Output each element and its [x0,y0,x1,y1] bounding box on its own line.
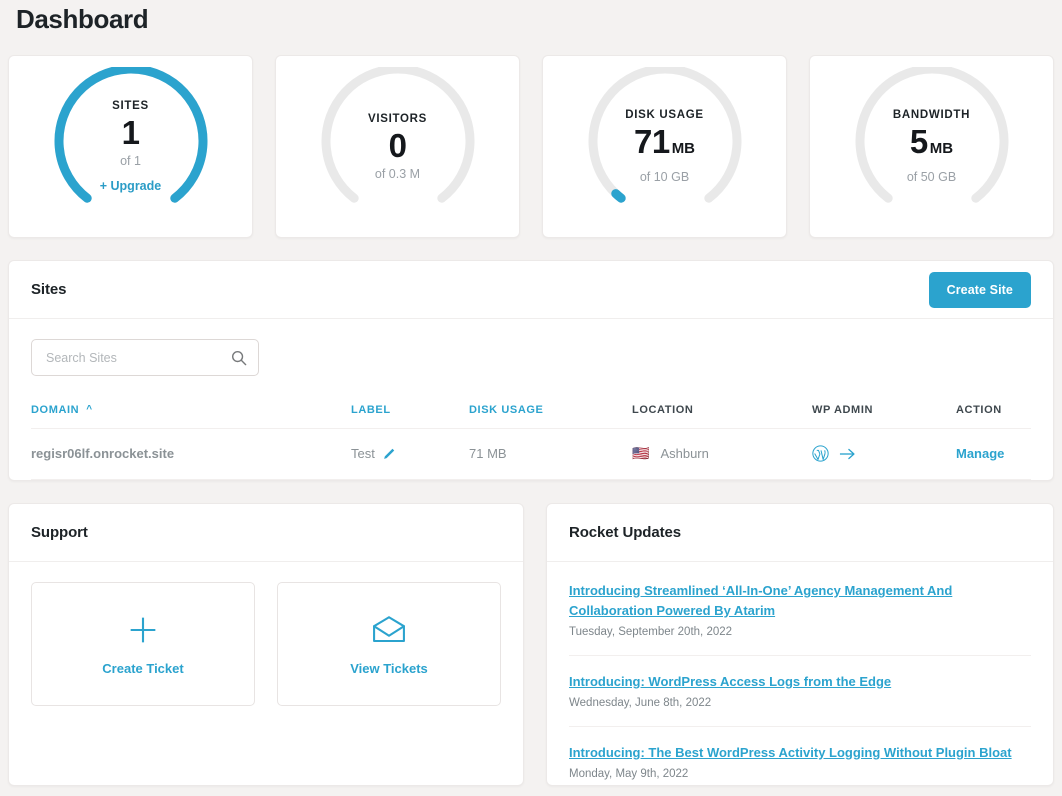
search-input[interactable] [46,351,231,365]
stats-row: SITES 1 of 1 + Upgrade VISITORS 0 of 0.3… [8,55,1054,238]
search-sites-box[interactable] [31,339,259,376]
gauge-content-disk-usage: DISK USAGE 71MB of 10 GB [605,108,725,185]
support-panel-title: Support [31,524,88,541]
us-flag-icon: 🇺🇸 [632,445,649,462]
update-date: Tuesday, September 20th, 2022 [569,625,1031,640]
upgrade-link[interactable]: + Upgrade [71,178,191,194]
sites-panel-header: Sites Create Site [9,261,1053,319]
stat-card-visitors: VISITORS 0 of 0.3 M [275,55,520,238]
support-panel-header: Support [9,504,523,562]
gauge-bandwidth: BANDWIDTH 5MB of 50 GB [852,67,1012,227]
cell-location-text: Ashburn [660,446,708,461]
rocket-updates-header: Rocket Updates [547,504,1053,562]
support-panel: Support Create Ticket [8,503,524,786]
gauge-content-sites: SITES 1 of 1 + Upgrade [71,99,191,194]
gauge-value-sites: 1 [71,114,191,152]
gauge-content-bandwidth: BANDWIDTH 5MB of 50 GB [872,108,992,185]
gauge-label-sites: SITES [71,99,191,113]
column-header-domain[interactable]: DOMAIN ^ [31,404,351,429]
column-header-domain-label: DOMAIN [31,404,79,416]
cell-action: Manage [956,429,1031,480]
create-ticket-tile[interactable]: Create Ticket [31,582,255,706]
search-icon[interactable] [231,350,247,366]
table-row: regisr06lf.onrocket.site Test [31,429,1031,480]
gauge-sub-visitors: of 0.3 M [338,166,458,182]
update-date: Wednesday, June 8th, 2022 [569,696,1031,711]
cell-disk-usage: 71 MB [469,429,632,480]
view-tickets-label: View Tickets [350,661,428,676]
gauge-value-visitors: 0 [338,127,458,165]
list-item: Introducing: WordPress Access Logs from … [569,656,1031,727]
gauge-label-bandwidth: BANDWIDTH [872,108,992,122]
cell-domain[interactable]: regisr06lf.onrocket.site [31,429,351,480]
sites-panel-title: Sites [31,281,66,298]
plus-icon [128,613,158,647]
gauge-sub-disk-usage: of 10 GB [605,169,725,185]
sort-asc-icon: ^ [86,404,92,415]
gauge-sites: SITES 1 of 1 + Upgrade [51,67,211,227]
edit-pencil-icon[interactable] [383,447,396,460]
rocket-updates-title: Rocket Updates [569,524,681,541]
support-panel-body: Create Ticket View Tickets [9,562,523,728]
sites-panel-body: DOMAIN ^ LABEL DISK USAGE LOCATION WP ADM… [9,319,1053,480]
cell-location: 🇺🇸 Ashburn [632,429,812,480]
column-header-label[interactable]: LABEL [351,404,469,429]
update-title-link[interactable]: Introducing Streamlined ‘All-In-One’ Age… [569,581,1031,621]
sites-table-body: regisr06lf.onrocket.site Test [31,429,1031,480]
arrow-right-icon[interactable] [839,447,856,461]
gauge-unit-bandwidth: MB [930,140,953,157]
gauge-sub-bandwidth: of 50 GB [872,169,992,185]
gauge-unit-disk-usage: MB [672,140,695,157]
gauge-disk-usage: DISK USAGE 71MB of 10 GB [585,67,745,227]
column-header-location: LOCATION [632,404,812,429]
column-header-disk-usage[interactable]: DISK USAGE [469,404,632,429]
update-title-link[interactable]: Introducing: WordPress Access Logs from … [569,672,1031,692]
sites-table-header-row: DOMAIN ^ LABEL DISK USAGE LOCATION WP ADM… [31,404,1031,429]
envelope-icon [372,613,406,647]
create-site-button[interactable]: Create Site [929,272,1031,308]
dashboard-page: Dashboard SITES 1 of 1 + Upgrade [0,0,1062,796]
list-item: Introducing Streamlined ‘All-In-One’ Age… [569,565,1031,656]
stat-card-disk-usage: DISK USAGE 71MB of 10 GB [542,55,787,238]
wordpress-icon[interactable] [812,445,829,462]
page-title: Dashboard [8,0,1054,34]
list-item: Introducing: The Best WordPress Activity… [569,727,1031,796]
update-title-link[interactable]: Introducing: The Best WordPress Activity… [569,743,1031,763]
cell-label-text: Test [351,446,375,461]
gauge-label-visitors: VISITORS [338,112,458,126]
view-tickets-tile[interactable]: View Tickets [277,582,501,706]
create-ticket-label: Create Ticket [102,661,183,676]
cell-label: Test [351,429,469,480]
sites-table: DOMAIN ^ LABEL DISK USAGE LOCATION WP ADM… [31,404,1031,480]
rocket-updates-body: Introducing Streamlined ‘All-In-One’ Age… [547,562,1053,796]
sites-panel: Sites Create Site DOMAIN ^ [8,260,1054,481]
column-header-action: ACTION [956,404,1031,429]
manage-link[interactable]: Manage [956,446,1004,461]
sites-table-head: DOMAIN ^ LABEL DISK USAGE LOCATION WP ADM… [31,404,1031,429]
stat-card-bandwidth: BANDWIDTH 5MB of 50 GB [809,55,1054,238]
bottom-row: Support Create Ticket [8,503,1054,786]
rocket-updates-panel: Rocket Updates Introducing Streamlined ‘… [546,503,1054,786]
gauge-label-disk-usage: DISK USAGE [605,108,725,122]
column-header-wp-admin: WP ADMIN [812,404,956,429]
gauge-value-bandwidth: 5MB [872,123,992,168]
gauge-content-visitors: VISITORS 0 of 0.3 M [338,112,458,182]
gauge-sub-sites: of 1 [71,153,191,169]
cell-wp-admin [812,429,956,480]
stat-card-sites: SITES 1 of 1 + Upgrade [8,55,253,238]
update-date: Monday, May 9th, 2022 [569,767,1031,782]
gauge-visitors: VISITORS 0 of 0.3 M [318,67,478,227]
gauge-value-disk-usage: 71MB [605,123,725,168]
